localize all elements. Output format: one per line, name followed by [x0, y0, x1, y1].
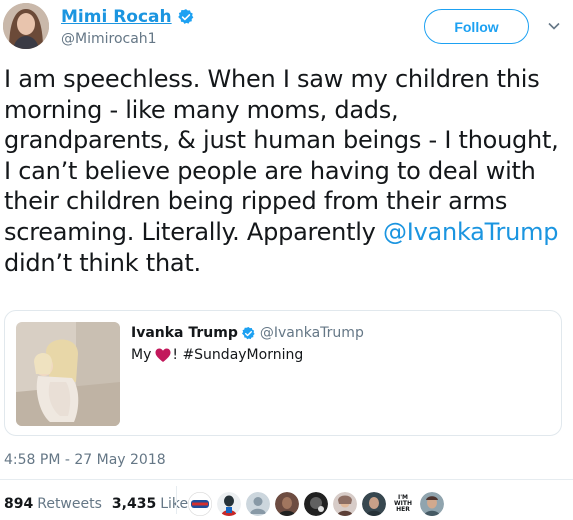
likes-count[interactable]: 3,435: [112, 496, 156, 512]
author-name-row: Mimi Rocah: [61, 7, 195, 27]
quoted-tweet[interactable]: Ivanka Trump @IvankaTrump My ! #SundayMo…: [4, 310, 562, 436]
stats-separator: [176, 486, 177, 514]
liker-avatar[interactable]: [333, 492, 357, 516]
retweets-count[interactable]: 894: [4, 496, 33, 512]
quoted-author-handle[interactable]: @IvankaTrump: [260, 325, 364, 341]
follow-button[interactable]: Follow: [424, 9, 529, 44]
quoted-text-start: My: [131, 347, 152, 363]
liker-avatar[interactable]: [304, 492, 328, 516]
quoted-tweet-photo[interactable]: [16, 322, 120, 426]
liker-avatar[interactable]: [362, 492, 386, 516]
liker-avatar[interactable]: [420, 492, 444, 516]
tweet-stats: 894 Retweets 3,435 Likes: [4, 496, 195, 512]
liker-avatar[interactable]: [188, 492, 212, 516]
tweet-timestamp[interactable]: 4:58 PM - 27 May 2018: [4, 452, 166, 468]
liker-avatar[interactable]: [217, 492, 241, 516]
liker-avatars: I'M WITH HER: [188, 492, 449, 516]
tweet-text-tail: didn’t think that.: [4, 248, 201, 277]
author-handle[interactable]: @Mimirocah1: [61, 31, 157, 47]
chevron-down-icon[interactable]: [547, 19, 561, 33]
tweet-text: I am speechless. When I saw my children …: [4, 64, 564, 278]
author-avatar[interactable]: [3, 3, 49, 49]
tweet-header: Mimi Rocah @Mimirocah1 Follow: [0, 0, 573, 58]
quoted-tweet-header: Ivanka Trump @IvankaTrump: [131, 325, 364, 341]
verified-badge-icon: [177, 9, 193, 24]
stats-divider-line: [0, 479, 573, 480]
liker-badge-text: I'M WITH HER: [394, 494, 412, 513]
author-display-name[interactable]: Mimi Rocah: [61, 7, 172, 27]
quoted-tweet-text: My ! #SundayMorning: [131, 347, 303, 363]
liker-avatar[interactable]: [275, 492, 299, 516]
quoted-text-end: ! #SundayMorning: [172, 347, 304, 363]
retweets-label[interactable]: Retweets: [37, 496, 102, 512]
liker-avatar[interactable]: [246, 492, 270, 516]
liker-avatar-badge[interactable]: I'M WITH HER: [391, 492, 415, 516]
quoted-author-name[interactable]: Ivanka Trump: [131, 325, 238, 341]
heart-emoji-icon: [155, 348, 171, 362]
mention-link[interactable]: @IvankaTrump: [383, 218, 558, 246]
verified-badge-icon: [241, 326, 255, 339]
